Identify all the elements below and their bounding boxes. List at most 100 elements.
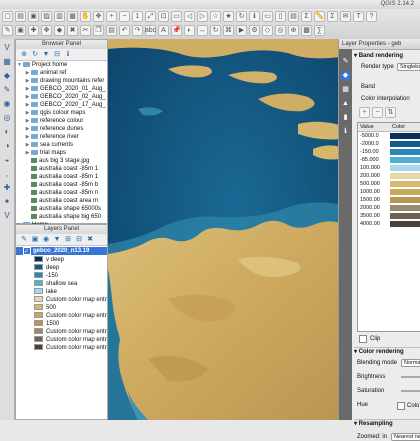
browser-item[interactable]: ▼ Project home bbox=[16, 61, 107, 69]
move-feature-icon[interactable]: ✥ bbox=[41, 25, 52, 36]
collapsed-triangle-icon[interactable]: ▶ bbox=[24, 85, 31, 93]
python-console-icon[interactable]: ▶ bbox=[236, 25, 247, 36]
pan-selection-icon[interactable]: ✥ bbox=[93, 11, 104, 22]
colormap-color-swatch[interactable] bbox=[390, 221, 420, 227]
general-tab-icon[interactable]: ✎ bbox=[341, 57, 350, 66]
colorize-checkbox[interactable] bbox=[397, 402, 405, 410]
georeferencer-icon[interactable]: ⊕ bbox=[288, 25, 299, 36]
browser-item[interactable]: ▶ GEBCO_2020_17_Aug_ bbox=[16, 101, 107, 109]
browser-item[interactable]: ▶ reference river bbox=[16, 133, 107, 141]
manage-map-themes-icon[interactable]: ◉ bbox=[42, 236, 50, 244]
saturation-slider[interactable] bbox=[401, 390, 420, 392]
browser-item[interactable]: ▶ reference colour bbox=[16, 117, 107, 125]
colormap-row[interactable]: 200.000 bbox=[358, 172, 420, 180]
zoom-last-icon[interactable]: ◁ bbox=[184, 11, 195, 22]
browser-item[interactable]: ▶ drawing mountains refer bbox=[16, 77, 107, 85]
colormap-color-swatch[interactable] bbox=[390, 141, 420, 147]
cut-icon[interactable]: ✂ bbox=[80, 25, 91, 36]
open-project-icon[interactable]: ▤ bbox=[15, 11, 26, 22]
colormap-row[interactable]: -5000.0 bbox=[358, 132, 420, 140]
add-postgis-icon[interactable]: ◆ bbox=[2, 71, 12, 81]
add-feature-icon[interactable]: ✚ bbox=[28, 25, 39, 36]
colormap-color-swatch[interactable] bbox=[390, 157, 420, 163]
filter-legend-icon[interactable]: ▼ bbox=[53, 236, 61, 244]
new-shapefile-icon[interactable]: ✚ bbox=[2, 183, 12, 193]
refresh-icon[interactable]: ↻ bbox=[31, 51, 39, 59]
collapsed-triangle-icon[interactable]: ▶ bbox=[24, 133, 31, 141]
browser-item[interactable]: australia coast -85m 1 bbox=[16, 173, 107, 181]
add-spatialite-icon[interactable]: ✎ bbox=[2, 85, 12, 95]
colormap-row[interactable]: 100.000 bbox=[358, 164, 420, 172]
zoom-next-icon[interactable]: ▷ bbox=[197, 11, 208, 22]
colormap-color-swatch[interactable] bbox=[390, 181, 420, 187]
raster-calc-icon[interactable]: ∑ bbox=[314, 25, 325, 36]
zoom-in-icon[interactable]: + bbox=[106, 11, 117, 22]
collapse-triangle-icon[interactable]: ▼ bbox=[16, 247, 23, 255]
layer-visibility-checkbox[interactable]: ✓ bbox=[23, 247, 31, 255]
expanded-triangle-icon[interactable]: ▼ bbox=[16, 61, 23, 69]
identify-icon[interactable]: ℹ bbox=[249, 11, 260, 22]
graphical-modeler-icon[interactable]: ◇ bbox=[262, 25, 273, 36]
measure-icon[interactable]: 📏 bbox=[314, 11, 325, 22]
delete-selected-icon[interactable]: ✖ bbox=[67, 25, 78, 36]
colormap-color-swatch[interactable] bbox=[390, 173, 420, 179]
transparency-tab-icon[interactable]: ▦ bbox=[341, 85, 350, 94]
add-oracle-icon[interactable]: ◎ bbox=[2, 113, 12, 123]
browser-item[interactable]: australia coast -85m n bbox=[16, 189, 107, 197]
pan-icon[interactable]: ✋ bbox=[80, 11, 91, 22]
browser-item[interactable]: australia coast -85m b bbox=[16, 181, 107, 189]
collapsed-triangle-icon[interactable]: ▶ bbox=[24, 117, 31, 125]
blending-mode-select[interactable]: Norma bbox=[401, 359, 420, 367]
select-icon[interactable]: ▭ bbox=[262, 11, 273, 22]
colormap-table[interactable]: Value Color -5000.0 -2000.0 -150.00 -85.000… bbox=[357, 122, 420, 332]
colormap-color-swatch[interactable] bbox=[390, 149, 420, 155]
add-wfs-icon[interactable]: ◒ bbox=[2, 155, 12, 165]
collapsed-triangle-icon[interactable]: ▶ bbox=[24, 101, 31, 109]
browser-item[interactable]: ▶ trial maps bbox=[16, 149, 107, 157]
browser-item[interactable]: australia shape 65000s bbox=[16, 205, 107, 213]
add-wcs-icon[interactable]: ◑ bbox=[2, 141, 12, 151]
save-edits-icon[interactable]: ▣ bbox=[15, 25, 26, 36]
new-bookmark-icon[interactable]: ☆ bbox=[210, 11, 221, 22]
collapse-all-layers-icon[interactable]: ⊟ bbox=[75, 236, 83, 244]
processing-toolbox-icon[interactable]: ⚙ bbox=[249, 25, 260, 36]
clip-option[interactable]: Clip bbox=[359, 335, 380, 343]
zoomed-in-select[interactable]: Nearest ne bbox=[391, 433, 420, 441]
collapsed-triangle-icon[interactable]: ▶ bbox=[24, 69, 31, 77]
remove-layer-icon[interactable]: ✖ bbox=[86, 236, 94, 244]
move-label-icon[interactable]: ↔ bbox=[197, 25, 208, 36]
colormap-color-swatch[interactable] bbox=[390, 205, 420, 211]
toggle-edit-icon[interactable]: ✎ bbox=[2, 25, 13, 36]
colormap-color-swatch[interactable] bbox=[390, 189, 420, 195]
attribute-table-icon[interactable]: ▤ bbox=[288, 11, 299, 22]
add-wms-icon[interactable]: ◐ bbox=[2, 127, 12, 137]
map-tips-icon[interactable]: ✉ bbox=[340, 11, 351, 22]
move-entry-icon[interactable]: ⇅ bbox=[385, 107, 396, 118]
clip-checkbox[interactable] bbox=[359, 335, 367, 343]
new-temp-layer-icon[interactable]: ✦ bbox=[2, 197, 12, 207]
add-mssql-icon[interactable]: ◉ bbox=[2, 99, 12, 109]
colormap-color-swatch[interactable] bbox=[390, 197, 420, 203]
colormap-row[interactable]: 2000.00 bbox=[358, 204, 420, 212]
new-project-icon[interactable]: ▢ bbox=[2, 11, 13, 22]
filter-icon[interactable]: ▼ bbox=[42, 51, 50, 59]
histogram-tab-icon[interactable]: ▮ bbox=[341, 113, 350, 122]
colormap-color-swatch[interactable] bbox=[390, 165, 420, 171]
add-entry-icon[interactable]: + bbox=[359, 107, 370, 118]
add-delimited-text-icon[interactable]: , bbox=[2, 169, 12, 179]
copy-icon[interactable]: ❐ bbox=[93, 25, 104, 36]
render-type-select[interactable]: Singleba bbox=[397, 63, 420, 71]
deselect-icon[interactable]: ▯ bbox=[275, 11, 286, 22]
print-composer-icon[interactable]: ▥ bbox=[54, 11, 65, 22]
browser-item[interactable]: ▶ GEBCO_2020_02_Aug_ bbox=[16, 93, 107, 101]
map-canvas[interactable] bbox=[108, 39, 340, 420]
zoom-selection-icon[interactable]: ⊡ bbox=[158, 11, 169, 22]
add-virtual-layer-icon[interactable]: V bbox=[2, 211, 12, 221]
colorize-option[interactable]: Colo bbox=[397, 402, 419, 410]
layer-styling-icon[interactable]: ✎ bbox=[20, 236, 28, 244]
node-tool-icon[interactable]: ◆ bbox=[54, 25, 65, 36]
browser-item[interactable]: ▶ animal ref bbox=[16, 69, 107, 77]
brightness-slider[interactable] bbox=[401, 376, 420, 378]
layer-label-icon[interactable]: A bbox=[158, 25, 169, 36]
composer-manager-icon[interactable]: ▦ bbox=[67, 11, 78, 22]
